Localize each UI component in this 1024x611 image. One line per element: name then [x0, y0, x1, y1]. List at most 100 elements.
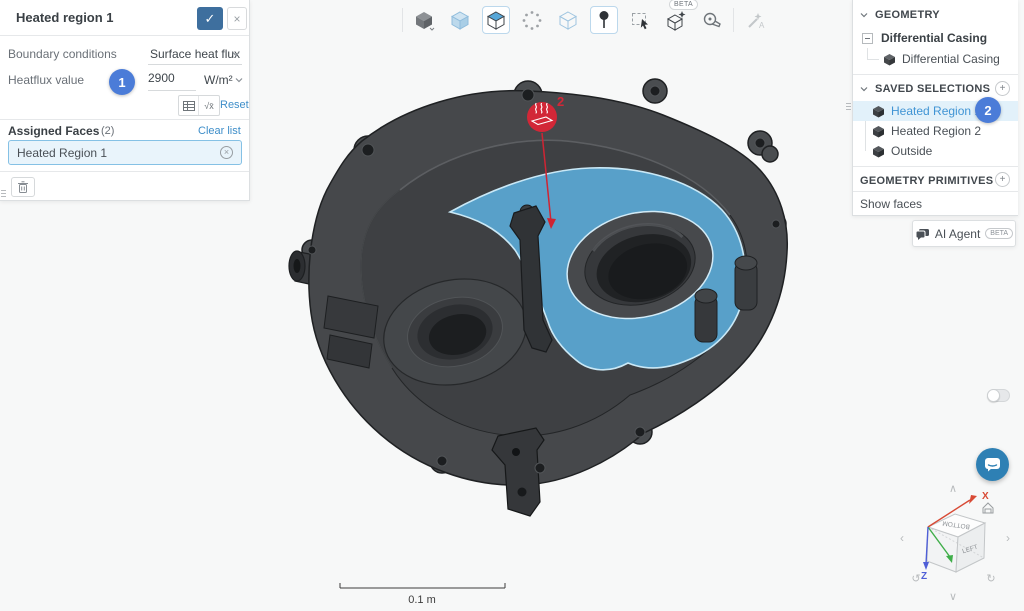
toolbar-separator: [402, 8, 403, 32]
heatflux-input[interactable]: [148, 71, 194, 85]
magic-wand-icon: A: [744, 9, 766, 31]
primitives-header-label: GEOMETRY PRIMITIVES: [860, 175, 993, 187]
axis-x-label: X: [982, 491, 989, 502]
geometry-section-header[interactable]: GEOMETRY: [853, 4, 1018, 26]
selection-label: Heated Region 1: [891, 104, 981, 118]
solid-cube-icon: [883, 53, 896, 66]
ai-agent-label: AI Agent: [935, 227, 980, 241]
chevron-down-icon[interactable]: [235, 76, 243, 84]
viewport-toolbar: BETA A: [399, 6, 773, 34]
reset-link[interactable]: Reset: [220, 99, 249, 111]
solid-cube-icon: [872, 145, 885, 158]
chat-bubbles-icon: [915, 228, 930, 240]
panel-header: Heated region 1 ✓ ×: [0, 0, 249, 36]
tree-item-heated-region-2[interactable]: Heated Region 2: [853, 121, 1018, 141]
differential-casing-model[interactable]: [289, 79, 787, 516]
heatflux-label: Heatflux value: [8, 73, 84, 87]
chevron-down-icon[interactable]: [232, 50, 240, 58]
orientation-cube[interactable]: ∧ ‹ › ∨ ↺ ↻ BOTTOM LEFT X Z: [900, 483, 1010, 603]
assigned-faces-label: Assigned Faces: [8, 124, 99, 138]
select-faces-button[interactable]: [482, 6, 510, 34]
show-faces-toggle[interactable]: [987, 389, 1010, 402]
close-icon: ×: [233, 12, 240, 26]
saved-selections-header-label: SAVED SELECTIONS: [875, 83, 990, 95]
geometry-primitives-section-header[interactable]: GEOMETRY PRIMITIVES +: [853, 170, 1018, 192]
boundary-conditions-label: Boundary conditions: [8, 47, 117, 61]
rotate-left-arrow[interactable]: ‹: [900, 531, 904, 545]
clear-list-link[interactable]: Clear list: [198, 125, 241, 137]
table-icon: [183, 101, 195, 111]
show-faces-label: Show faces: [860, 197, 922, 211]
panel-title: Heated region 1: [16, 10, 114, 25]
formula-input-button[interactable]: √x̄: [199, 96, 219, 115]
scale-label: 0.1 m: [408, 594, 436, 606]
formula-icon: √x̄: [204, 101, 213, 111]
tree-child-label: Differential Casing: [902, 52, 1000, 66]
rotate-up-arrow[interactable]: ∧: [949, 483, 957, 495]
check-icon: ✓: [205, 11, 216, 27]
close-button[interactable]: ×: [227, 7, 247, 30]
remove-chip-icon[interactable]: ×: [220, 146, 233, 159]
roll-ccw-icon[interactable]: ↺: [911, 573, 920, 585]
smart-cube-icon: [665, 9, 687, 31]
saved-selections-section-header[interactable]: SAVED SELECTIONS +: [853, 78, 1018, 100]
show-faces-row: Show faces: [853, 192, 1018, 215]
chat-bubble-icon: [984, 457, 1001, 472]
boundary-conditions-select[interactable]: Surface heat flux: [150, 47, 240, 61]
chevron-down-icon: [860, 11, 868, 19]
box-select-button[interactable]: [626, 6, 654, 34]
add-primitive-button[interactable]: +: [995, 172, 1010, 187]
measure-button[interactable]: [698, 6, 726, 34]
table-input-button[interactable]: [179, 96, 199, 115]
box-select-icon: [629, 9, 651, 31]
assigned-face-chip[interactable]: Heated Region 1 ×: [8, 140, 242, 165]
chevron-down-icon: [860, 85, 868, 93]
ai-wand-button-disabled[interactable]: A: [741, 6, 769, 34]
probe-point-button[interactable]: [590, 6, 618, 34]
rotate-down-arrow[interactable]: ∨: [949, 591, 957, 603]
solid-cube-icon: [872, 105, 885, 118]
axis-z-label: Z: [921, 571, 927, 582]
select-face-cube-icon: [485, 9, 507, 31]
geometry-header-label: GEOMETRY: [875, 9, 940, 21]
confirm-button[interactable]: ✓: [197, 7, 223, 30]
view-mode-button[interactable]: [410, 6, 438, 34]
scale-bar: 0.1 m: [340, 583, 505, 606]
chip-label: Heated Region 1: [17, 146, 220, 160]
select-vertices-button[interactable]: [518, 6, 546, 34]
measure-tape-icon: [701, 9, 723, 31]
solid-cube-icon: [872, 125, 885, 138]
transparent-cube-icon: [449, 9, 471, 31]
home-view-icon[interactable]: [983, 503, 993, 513]
tree-parent-label: Differential Casing: [881, 31, 987, 45]
transparent-mode-button[interactable]: [446, 6, 474, 34]
ai-agent-button[interactable]: AI Agent BETA: [912, 220, 1016, 247]
tutorial-step-1-badge: 1: [109, 69, 135, 95]
tree-item-differential-casing-parent[interactable]: Differential Casing: [853, 28, 1018, 48]
right-panel-resize-grip[interactable]: [846, 103, 851, 110]
add-selection-button[interactable]: +: [995, 81, 1010, 96]
collapse-expander[interactable]: [862, 33, 873, 44]
solid-cube-icon: [413, 9, 435, 31]
probe-pin-icon: [593, 9, 615, 31]
left-panel-resize-grip[interactable]: [1, 190, 6, 197]
support-chat-button[interactable]: [976, 448, 1009, 481]
delete-button[interactable]: [11, 177, 35, 197]
tree-item-outside[interactable]: Outside: [853, 141, 1018, 161]
tutorial-step-2-badge: 2: [975, 97, 1001, 123]
heatflux-unit-select[interactable]: W/m²: [204, 73, 233, 87]
toolbar-separator: [733, 8, 734, 32]
wireframe-mode-button[interactable]: [554, 6, 582, 34]
beta-badge: BETA: [669, 0, 698, 10]
assigned-faces-count: (2): [101, 125, 114, 137]
trash-icon: [18, 181, 28, 193]
roll-cw-icon[interactable]: ↻: [986, 573, 995, 585]
annotation-number: 2: [557, 94, 564, 109]
vertices-dots-icon: [521, 9, 543, 31]
boundary-condition-panel: Heated region 1 ✓ × Boundary conditions …: [0, 0, 250, 201]
rotate-right-arrow[interactable]: ›: [1006, 531, 1010, 545]
tree-item-differential-casing-child[interactable]: Differential Casing: [853, 49, 1018, 69]
selection-label: Outside: [891, 144, 932, 158]
selection-label: Heated Region 2: [891, 124, 981, 138]
smart-selection-button[interactable]: BETA: [662, 6, 690, 34]
